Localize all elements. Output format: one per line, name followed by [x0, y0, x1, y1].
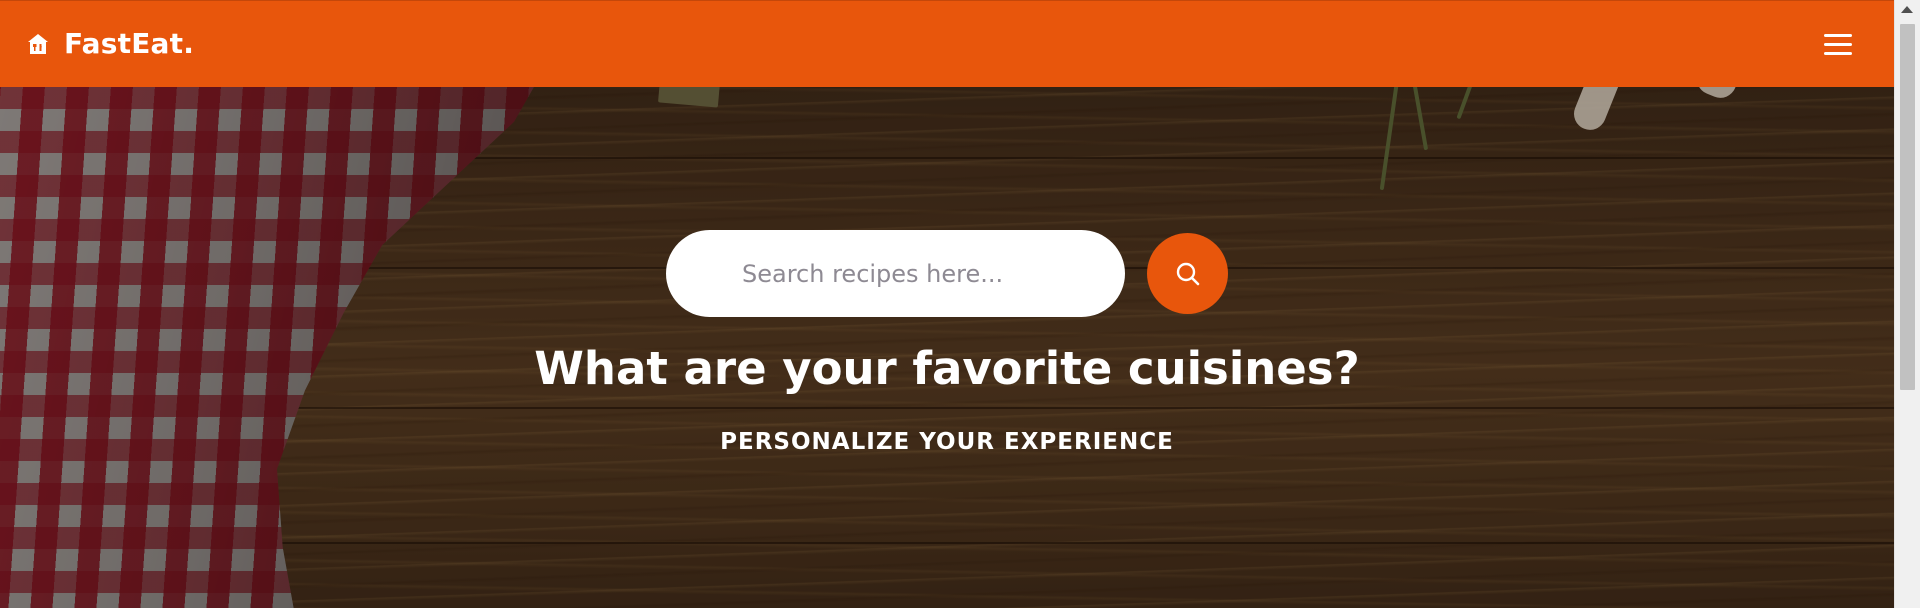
scroll-up-arrow-icon[interactable] — [1901, 6, 1913, 13]
search-input[interactable] — [666, 230, 1125, 317]
navbar: FastEat. — [0, 0, 1894, 87]
search-button[interactable] — [1147, 233, 1228, 314]
home-restaurant-icon — [28, 34, 48, 54]
vertical-scrollbar[interactable] — [1894, 0, 1920, 608]
brand-link[interactable]: FastEat. — [26, 27, 194, 61]
menu-bar — [1824, 51, 1852, 55]
menu-bar — [1824, 42, 1852, 46]
hero-section: What are your favorite cuisines? PERSONA… — [0, 87, 1894, 608]
hamburger-menu-icon[interactable] — [1824, 31, 1854, 57]
menu-bar — [1824, 33, 1852, 37]
page: FastEat. W — [0, 0, 1920, 608]
scroll-thumb[interactable] — [1900, 24, 1915, 390]
hero-title: What are your favorite cuisines? — [534, 342, 1360, 395]
brand-name: FastEat. — [64, 27, 195, 60]
hero-subtitle: PERSONALIZE YOUR EXPERIENCE — [720, 429, 1174, 455]
search-bar — [666, 230, 1228, 317]
search-icon — [1176, 262, 1199, 285]
